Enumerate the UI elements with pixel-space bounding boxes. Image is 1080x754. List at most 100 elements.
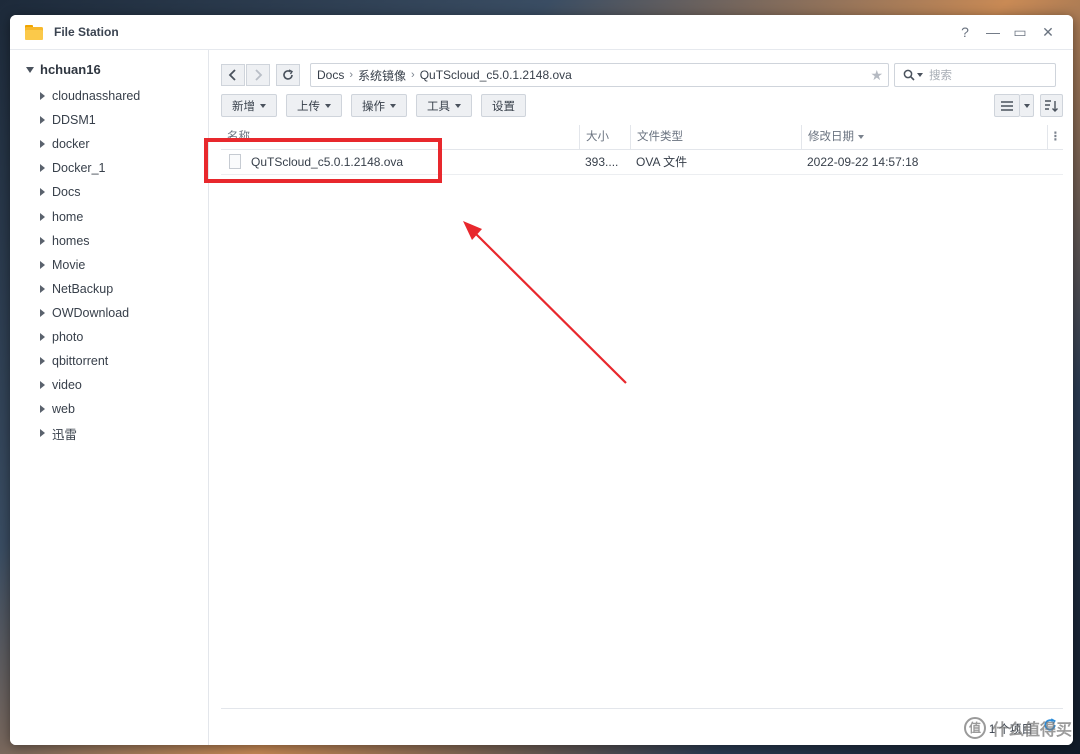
settings-button-label: 设置: [492, 100, 515, 113]
tree-item-label: web: [52, 402, 75, 417]
file-type: OVA 文件: [636, 155, 688, 169]
caret-right-icon[interactable]: [40, 116, 45, 125]
upload-button-label: 上传: [297, 100, 320, 113]
tree-item-label: homes: [52, 233, 90, 248]
tree-item[interactable]: web: [40, 397, 140, 421]
caret-down-icon: [26, 66, 34, 73]
view-dropdown-button[interactable]: [1020, 94, 1034, 117]
folder-tree-sidebar: hchuan16 cloudnasshared DDSM1 docker Doc…: [10, 50, 209, 745]
tree-item-label: qbittorrent: [52, 354, 109, 369]
create-button[interactable]: 新增: [221, 94, 277, 117]
caret-right-icon[interactable]: [40, 284, 45, 293]
caret-right-icon[interactable]: [40, 381, 45, 390]
tree-item-label: cloudnasshared: [52, 89, 141, 104]
caret-right-icon[interactable]: [40, 405, 45, 414]
watermark-logo-icon: 值: [963, 717, 986, 739]
refresh-button[interactable]: [276, 64, 300, 86]
column-header-size[interactable]: 大小: [579, 125, 630, 149]
folder-app-icon: [25, 25, 43, 40]
caret-right-icon[interactable]: [40, 429, 45, 438]
column-header-modified-label: 修改日期: [808, 131, 854, 143]
tree-item[interactable]: cloudnasshared: [40, 84, 140, 108]
tree-item-label: NetBackup: [52, 281, 114, 296]
annotation-highlight-box: [204, 138, 442, 183]
tree-item[interactable]: video: [40, 373, 140, 397]
tree-item-label: home: [52, 209, 84, 224]
column-header-type-label: 文件类型: [637, 131, 683, 143]
breadcrumb-separator-icon: ›: [349, 69, 354, 81]
dropdown-caret-icon: [455, 103, 461, 108]
minimize-button[interactable]: —: [984, 23, 1002, 41]
breadcrumb-item[interactable]: QuTScloud_c5.0.1.2148.ova: [420, 68, 572, 82]
search-placeholder[interactable]: 搜索: [929, 67, 952, 83]
create-button-label: 新增: [232, 100, 255, 113]
tree-item[interactable]: qbittorrent: [40, 349, 140, 373]
tree-item-label: Docker_1: [52, 161, 106, 176]
dropdown-caret-icon: [260, 103, 266, 108]
caret-right-icon[interactable]: [40, 212, 45, 221]
cell-modified: 2022-09-22 14:57:18: [801, 150, 1047, 174]
tree-item-label: OWDownload: [52, 305, 130, 320]
forward-button[interactable]: [246, 64, 270, 86]
caret-right-icon[interactable]: [40, 188, 45, 197]
tools-button[interactable]: 工具: [416, 94, 472, 117]
column-header-type[interactable]: 文件类型: [630, 125, 801, 149]
caret-right-icon[interactable]: [40, 332, 45, 341]
tree-item[interactable]: photo: [40, 325, 140, 349]
watermark-text: 什么值得买: [991, 722, 1072, 739]
upload-button[interactable]: 上传: [286, 94, 342, 117]
maximize-button[interactable]: ▭: [1011, 23, 1029, 41]
search-box[interactable]: 搜索: [894, 63, 1056, 87]
tree-item-label: DDSM1: [52, 113, 96, 128]
refresh-icon: [283, 69, 293, 80]
search-icon: [903, 69, 915, 81]
title-bar: File Station ? — ▭ ✕: [10, 15, 1073, 50]
list-icon: [1001, 100, 1013, 111]
caret-right-icon[interactable]: [40, 357, 45, 366]
tree-root-node[interactable]: hchuan16: [26, 62, 101, 77]
file-station-window: File Station ? — ▭ ✕ hchuan16 cloudnassh…: [10, 15, 1073, 745]
column-menu-icon[interactable]: ⋮: [1047, 125, 1063, 149]
path-breadcrumb[interactable]: Docs › 系统镜像 › QuTScloud_c5.0.1.2148.ova …: [310, 63, 889, 87]
dropdown-caret-icon[interactable]: [917, 73, 923, 77]
sort-button[interactable]: [1040, 94, 1063, 117]
list-view-button[interactable]: [994, 94, 1020, 117]
back-button[interactable]: [221, 64, 245, 86]
help-button[interactable]: ?: [956, 23, 974, 41]
action-button[interactable]: 操作: [351, 94, 407, 117]
column-header-modified[interactable]: 修改日期: [801, 125, 1047, 149]
caret-right-icon[interactable]: [40, 236, 45, 245]
tree-item-label: video: [52, 378, 82, 393]
file-size: 393....: [585, 155, 619, 169]
action-toolbar: 新增 上传 操作 工具 设置: [221, 94, 526, 117]
breadcrumb-item[interactable]: 系统镜像: [358, 67, 406, 84]
tree-item[interactable]: OWDownload: [40, 301, 140, 325]
tree-item[interactable]: NetBackup: [40, 277, 140, 301]
close-button[interactable]: ✕: [1039, 23, 1057, 41]
caret-right-icon[interactable]: [40, 260, 45, 269]
tree-item[interactable]: 迅雷: [40, 421, 140, 445]
tree-item[interactable]: Docs: [40, 180, 140, 204]
tree-item-label: docker: [52, 137, 90, 152]
tree-item-label: photo: [52, 329, 84, 344]
settings-button[interactable]: 设置: [481, 94, 526, 117]
window-title: File Station: [54, 25, 119, 39]
caret-right-icon[interactable]: [40, 164, 45, 173]
tree-list: cloudnasshared DDSM1 docker Docker_1 Doc…: [40, 84, 140, 445]
caret-right-icon[interactable]: [40, 308, 45, 317]
tree-item[interactable]: homes: [40, 229, 140, 253]
tree-item[interactable]: DDSM1: [40, 108, 140, 132]
tree-item[interactable]: Docker_1: [40, 156, 140, 180]
tree-item-label: Movie: [52, 257, 86, 272]
star-icon[interactable]: ★: [870, 67, 883, 84]
tree-item[interactable]: docker: [40, 132, 140, 156]
tree-root-label: hchuan16: [40, 62, 101, 77]
dropdown-caret-icon: [390, 103, 396, 108]
dropdown-caret-icon: [1023, 103, 1030, 108]
caret-right-icon[interactable]: [40, 92, 45, 101]
breadcrumb-item[interactable]: Docs: [317, 68, 344, 82]
tree-item[interactable]: home: [40, 204, 140, 228]
view-controls: [994, 94, 1063, 117]
caret-right-icon[interactable]: [40, 140, 45, 149]
tree-item[interactable]: Movie: [40, 253, 140, 277]
